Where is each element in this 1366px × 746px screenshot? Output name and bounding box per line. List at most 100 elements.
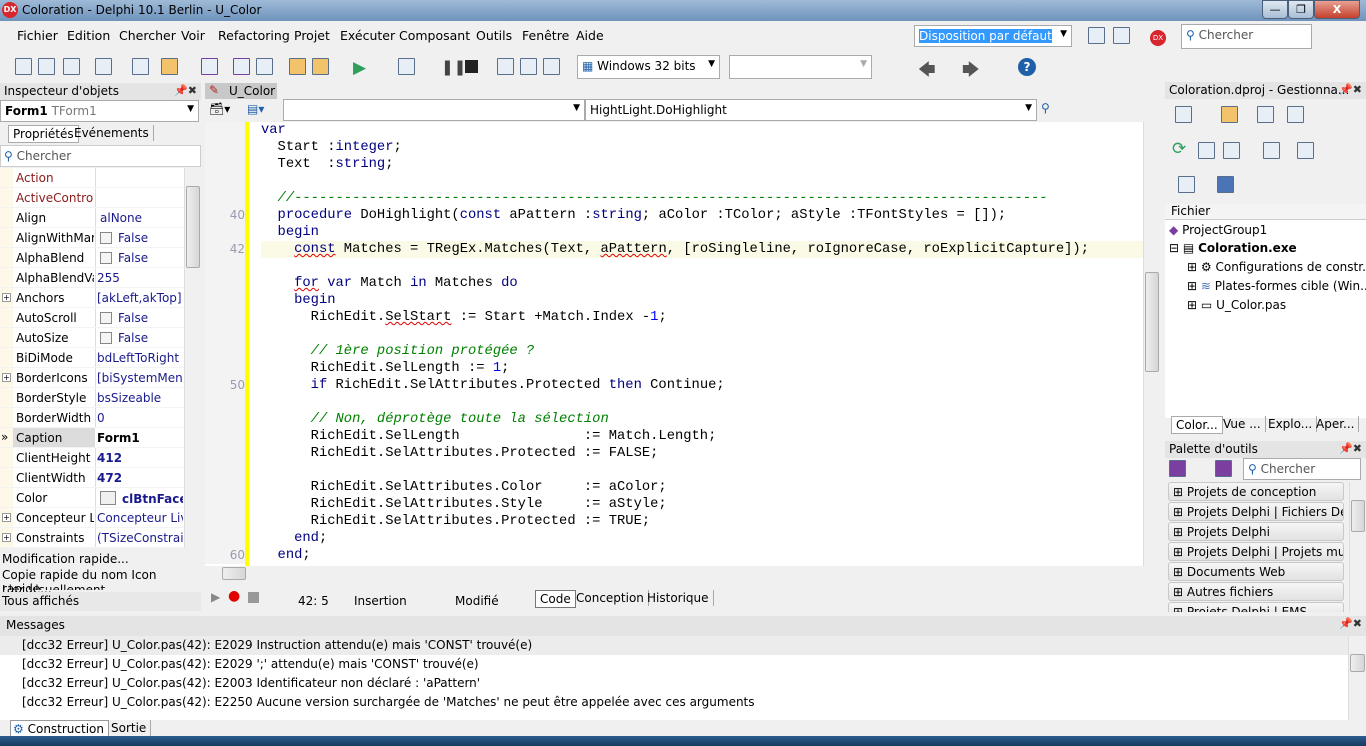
close-file-icon[interactable] — [63, 58, 80, 75]
tab-historique[interactable]: Historique — [643, 590, 714, 606]
close-button[interactable]: X — [1314, 0, 1360, 19]
checkbox[interactable] — [100, 232, 112, 244]
checkbox[interactable] — [100, 332, 112, 344]
ide-search-input[interactable]: ⚲ Chercher — [1181, 24, 1312, 49]
code-line[interactable]: 42 const Matches = TRegEx.Matches(Text, … — [205, 241, 1143, 258]
property-value-cell[interactable]: 472 — [97, 471, 183, 485]
add-to-project-icon[interactable] — [289, 58, 306, 75]
palette-category[interactable]: ⊞ Projets de conception — [1168, 482, 1344, 501]
remove-project-icon[interactable] — [1257, 106, 1274, 123]
play-macro-icon[interactable]: ▶ — [211, 590, 220, 604]
code-line[interactable]: RichEdit.SelAttributes.Color := aColor; — [205, 479, 1143, 496]
save-layout-icon[interactable] — [1088, 27, 1105, 44]
pin-close-icon[interactable]: 📌✖ — [1339, 83, 1362, 96]
tab-sortie[interactable]: Sortie — [107, 720, 152, 736]
property-row[interactable]: + Anchors [akLeft,akTop] — [0, 288, 184, 308]
sync-icon[interactable]: ⟳ — [1172, 139, 1186, 159]
code-line[interactable]: //--------------------------------------… — [205, 190, 1143, 207]
code-line[interactable]: 40 procedure DoHighlight(const aPattern … — [205, 207, 1143, 224]
code-line[interactable]: RichEdit.SelAttributes.Protected := FALS… — [205, 445, 1143, 462]
property-row[interactable]: ClientHeight 412 — [0, 448, 184, 468]
checkbox[interactable] — [100, 252, 112, 264]
tab-code[interactable]: Code — [535, 590, 576, 608]
property-scrollbar[interactable] — [184, 168, 201, 548]
platforms-icon[interactable] — [1217, 176, 1234, 193]
code-line[interactable]: end; — [205, 530, 1143, 547]
remove-icon[interactable] — [95, 58, 112, 75]
property-value-cell[interactable]: [biSystemMenu, — [97, 371, 183, 385]
expand-icon[interactable]: + — [2, 293, 11, 302]
tree-project-group[interactable]: ◆ ProjectGroup1 — [1169, 223, 1267, 237]
menu-outils[interactable]: Outils — [476, 28, 512, 43]
code-line[interactable]: 60 end; — [205, 547, 1143, 564]
code-line[interactable]: begin — [205, 292, 1143, 309]
trace-into-icon[interactable] — [497, 58, 514, 75]
run-without-debug-icon[interactable] — [398, 58, 415, 75]
expand-icon[interactable] — [1198, 142, 1215, 159]
run-layout-icon[interactable] — [1113, 27, 1130, 44]
menu-fenetre[interactable]: Fenêtre — [522, 28, 569, 43]
tab-conception[interactable]: Conception — [572, 590, 649, 606]
code-line[interactable]: RichEdit.SelLength := Match.Length; — [205, 428, 1143, 445]
property-value-cell[interactable]: False — [97, 251, 183, 265]
run-to-return-icon[interactable] — [543, 58, 560, 75]
menu-voir[interactable]: Voir — [181, 28, 205, 43]
property-value-cell[interactable]: clBtnFace — [97, 491, 183, 506]
menu-executer[interactable]: Exécuter — [340, 28, 395, 43]
action-quick-edit[interactable]: Modification rapide... — [2, 552, 129, 566]
property-row[interactable]: AlphaBlendValue255 — [0, 268, 184, 288]
maximize-button[interactable]: ❐ — [1288, 0, 1314, 19]
palette-scrollbar[interactable] — [1349, 482, 1366, 612]
collapse-icon[interactable] — [1223, 142, 1240, 159]
tree-target-platforms[interactable]: ⊞ ≋ Plates-formes cible (Win... — [1187, 279, 1366, 293]
class-browser-icon[interactable]: 🗃▾ — [209, 102, 230, 116]
palette-category[interactable]: ⊞ Autres fichiers — [1168, 582, 1344, 601]
stop-icon[interactable] — [465, 60, 478, 73]
property-row[interactable]: + Constraints (TSizeConstraints) — [0, 528, 184, 548]
editor-vscrollbar[interactable] — [1143, 122, 1160, 566]
stop-macro-icon[interactable] — [248, 592, 259, 603]
method-combo[interactable]: HightLight.DoHighlight ▼ — [585, 99, 1037, 121]
expand-icon[interactable]: + — [2, 513, 11, 522]
pointer-icon[interactable] — [1215, 460, 1232, 477]
code-line[interactable] — [205, 462, 1143, 479]
message-item[interactable]: [dcc32 Erreur] U_Color.pas(42): E2250 Au… — [22, 695, 755, 709]
palette-search-input[interactable]: ⚲ Chercher — [1243, 458, 1361, 480]
action-bind-visually[interactable]: Lier visuellement — [2, 583, 105, 590]
pin-close-icon[interactable]: 📌✖ — [174, 84, 197, 97]
property-value-cell[interactable]: 255 — [97, 271, 183, 285]
code-line[interactable] — [205, 326, 1143, 343]
save-all-icon[interactable] — [233, 58, 250, 75]
open-project-icon[interactable] — [256, 58, 273, 75]
property-value-cell[interactable]: (TSizeConstraints) — [97, 531, 183, 545]
code-line[interactable]: begin — [205, 224, 1143, 241]
tab-coloration[interactable]: Color... — [1171, 416, 1223, 434]
code-line[interactable]: var — [205, 122, 1143, 139]
remove-from-project-icon[interactable] — [312, 58, 329, 75]
dependencies-icon[interactable] — [1297, 142, 1314, 159]
property-row[interactable]: ClientWidth 472 — [0, 468, 184, 488]
tree-u-color-pas[interactable]: ⊞ ▭ U_Color.pas — [1187, 298, 1286, 312]
new-file-icon[interactable] — [15, 58, 32, 75]
tab-explorateur[interactable]: Explo... — [1264, 416, 1318, 432]
code-line[interactable]: Text :string; — [205, 156, 1143, 173]
property-value-cell[interactable]: alNone — [97, 211, 183, 225]
property-row[interactable]: AlignWithMargins False — [0, 228, 184, 248]
expand-icon[interactable]: + — [2, 533, 11, 542]
menu-refactoring[interactable]: Refactoring — [218, 28, 290, 43]
code-line[interactable]: Start :integer; — [205, 139, 1143, 156]
new-items-icon[interactable] — [132, 58, 149, 75]
palette-category[interactable]: ⊞ Projets Delphi | Fichiers Delphi — [1168, 502, 1344, 521]
property-value-cell[interactable]: [akLeft,akTop] — [97, 291, 183, 305]
property-value-cell[interactable]: False — [97, 331, 183, 345]
messages-scrollbar[interactable] — [1348, 636, 1366, 720]
run-icon[interactable]: ▶ — [353, 58, 366, 78]
property-value-cell[interactable]: 0 — [97, 411, 183, 425]
view-icon[interactable] — [1287, 106, 1304, 123]
pin-close-icon[interactable]: 📌✖ — [1339, 617, 1362, 630]
code-line[interactable] — [205, 394, 1143, 411]
code-line[interactable]: RichEdit.SelAttributes.Style := aStyle; — [205, 496, 1143, 513]
code-line[interactable]: RichEdit.SelAttributes.Protected := TRUE… — [205, 513, 1143, 530]
record-macro-icon[interactable]: ● — [228, 588, 240, 604]
property-row[interactable]: BorderWidth 0 — [0, 408, 184, 428]
